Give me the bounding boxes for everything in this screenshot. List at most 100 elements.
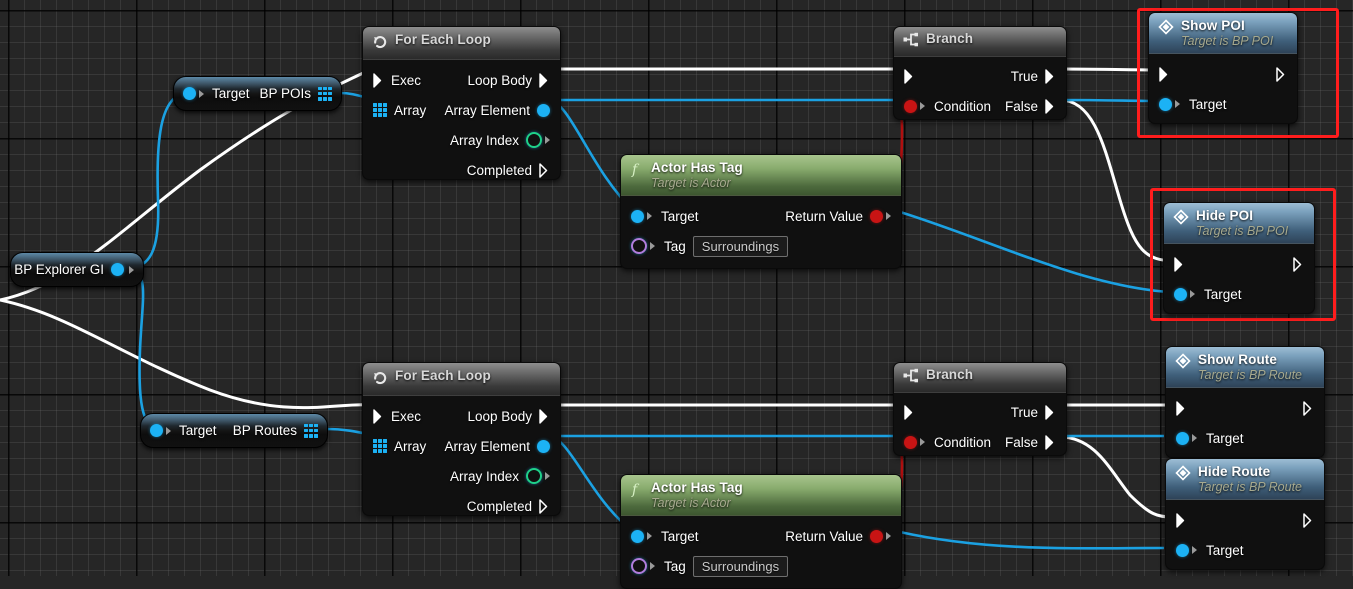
get-routes-target-pin[interactable] <box>150 424 163 437</box>
node-branch-poi[interactable]: Branch True Condition False <box>893 26 1067 120</box>
function-f-icon: f <box>630 161 644 182</box>
has-tag-target-pin[interactable] <box>631 529 644 543</box>
array-element-pin[interactable] <box>537 439 550 453</box>
node-get-bp-routes[interactable]: Target BP Routes <box>140 413 328 448</box>
row-exec <box>1164 249 1314 279</box>
completed-pin[interactable] <box>539 498 550 514</box>
object-wire-gi-to-route-getter <box>127 266 159 431</box>
node-for-each-loop-route[interactable]: For Each Loop Exec Loop Body Array Array… <box>362 362 561 516</box>
node-branch-route[interactable]: Branch True Condition False <box>893 362 1067 456</box>
row-condition-false: Condition False <box>894 427 1066 455</box>
actor-has-tag-route-header: f Actor Has Tag Target is Actor <box>621 475 901 517</box>
blueprint-graph-canvas[interactable]: BP Explorer GI Target BP POIs Target BP … <box>0 0 1353 589</box>
return-value-pin[interactable] <box>870 209 883 223</box>
array-element-pin[interactable] <box>537 103 550 117</box>
hide-poi-title: Hide POI <box>1196 208 1254 223</box>
actor-has-tag-route-title: Actor Has Tag <box>651 480 743 495</box>
show-poi-exec-out-pin[interactable] <box>1276 66 1287 82</box>
diamond-icon <box>1158 19 1174 40</box>
node-hide-poi[interactable]: Hide POI Target is BP POI Target <box>1163 202 1315 314</box>
return-value-pin[interactable] <box>870 529 883 543</box>
explorer-gi-output-pin[interactable] <box>111 263 124 276</box>
hide-route-target-pin[interactable] <box>1176 543 1189 557</box>
for-each-loop-route-header: For Each Loop <box>363 363 560 396</box>
pin-arrow-icon <box>166 426 171 435</box>
branch-condition-pin[interactable] <box>904 435 917 449</box>
row-completed: Completed <box>363 491 560 515</box>
array-grid-icon <box>318 86 332 101</box>
node-actor-has-tag-poi[interactable]: f Actor Has Tag Target is Actor Target R… <box>620 154 902 269</box>
loop-body-pin[interactable] <box>539 408 550 424</box>
branch-poi-header: Branch <box>894 27 1066 57</box>
array-index-label: Array Index <box>449 132 519 148</box>
pin-arrow-icon <box>1192 546 1197 555</box>
branch-true-label: True <box>1010 404 1038 420</box>
loop-icon <box>372 369 388 390</box>
row-exec <box>1149 59 1297 89</box>
branch-icon <box>903 368 919 388</box>
completed-pin[interactable] <box>539 162 550 178</box>
show-route-target-label: Target <box>1206 430 1244 446</box>
pin-arrow-icon <box>545 472 550 480</box>
pin-arrow-icon <box>1190 290 1195 299</box>
array-grid-icon[interactable] <box>373 103 387 117</box>
node-show-route[interactable]: Show Route Target is BP Route Target <box>1165 346 1325 458</box>
hide-poi-exec-in-pin[interactable] <box>1174 256 1185 272</box>
hide-poi-target-label: Target <box>1204 286 1242 302</box>
branch-false-pin[interactable] <box>1045 98 1056 114</box>
row-exec-loopbody: Exec Loop Body <box>363 65 560 95</box>
pin-arrow-icon <box>920 102 925 110</box>
node-show-poi[interactable]: Show POI Target is BP POI Target <box>1148 12 1298 124</box>
hide-poi-exec-out-pin[interactable] <box>1293 256 1304 272</box>
has-tag-target-pin[interactable] <box>631 209 644 223</box>
tag-value-input[interactable]: Surroundings <box>692 555 789 577</box>
branch-exec-in-pin[interactable] <box>904 404 915 420</box>
diamond-icon <box>1173 209 1189 230</box>
branch-condition-pin[interactable] <box>904 99 917 113</box>
tag-value-input[interactable]: Surroundings <box>692 235 789 257</box>
show-poi-target-pin[interactable] <box>1159 97 1172 111</box>
row-array-index: Array Index <box>363 461 560 491</box>
get-pois-target-pin[interactable] <box>183 87 196 100</box>
node-bp-explorer-gi[interactable]: BP Explorer GI <box>10 252 144 287</box>
branch-true-pin[interactable] <box>1045 68 1056 84</box>
branch-true-pin[interactable] <box>1045 404 1056 420</box>
row-tag: Tag Surroundings <box>621 551 901 581</box>
row-exec-true: True <box>894 397 1066 427</box>
node-actor-has-tag-route[interactable]: f Actor Has Tag Target is Actor Target R… <box>620 474 902 589</box>
array-grid-icon[interactable] <box>373 439 387 453</box>
hide-route-exec-out-pin[interactable] <box>1303 512 1314 528</box>
row-tag: Tag Surroundings <box>621 231 901 261</box>
node-hide-route[interactable]: Hide Route Target is BP Route Target <box>1165 458 1325 570</box>
hide-poi-target-pin[interactable] <box>1174 287 1187 301</box>
tag-pin[interactable] <box>631 558 647 575</box>
show-poi-exec-in-pin[interactable] <box>1159 66 1170 82</box>
row-target-returnvalue: Target Return Value <box>621 521 901 551</box>
get-pois-output-label: BP POIs <box>259 86 311 101</box>
hide-route-exec-in-pin[interactable] <box>1176 512 1187 528</box>
tag-pin[interactable] <box>631 238 647 255</box>
node-for-each-loop-poi[interactable]: For Each Loop Exec Loop Body Array Array… <box>362 26 561 180</box>
tag-label: Tag <box>664 238 686 254</box>
function-f-icon: f <box>630 481 644 502</box>
pin-arrow-icon <box>650 562 655 571</box>
pin-arrow-icon <box>647 212 652 221</box>
exec-in-pin[interactable] <box>373 408 384 424</box>
show-route-target-pin[interactable] <box>1176 431 1189 445</box>
array-index-pin[interactable] <box>526 132 542 148</box>
object-wire-gi-to-poi-getter <box>127 91 187 270</box>
branch-false-pin[interactable] <box>1045 434 1056 450</box>
exec-in-pin[interactable] <box>373 72 384 88</box>
show-route-exec-in-pin[interactable] <box>1176 400 1187 416</box>
pin-arrow-icon <box>886 532 891 541</box>
return-value-label: Return Value <box>785 208 863 224</box>
show-route-exec-out-pin[interactable] <box>1303 400 1314 416</box>
branch-exec-in-pin[interactable] <box>904 68 915 84</box>
node-get-bp-pois[interactable]: Target BP POIs <box>173 76 342 111</box>
pin-arrow-icon <box>1175 100 1180 109</box>
pin-arrow-icon <box>129 265 134 274</box>
loop-body-pin[interactable] <box>539 72 550 88</box>
array-element-label: Array Element <box>444 438 530 454</box>
array-index-pin[interactable] <box>526 468 542 484</box>
get-routes-target-label: Target <box>179 423 217 438</box>
